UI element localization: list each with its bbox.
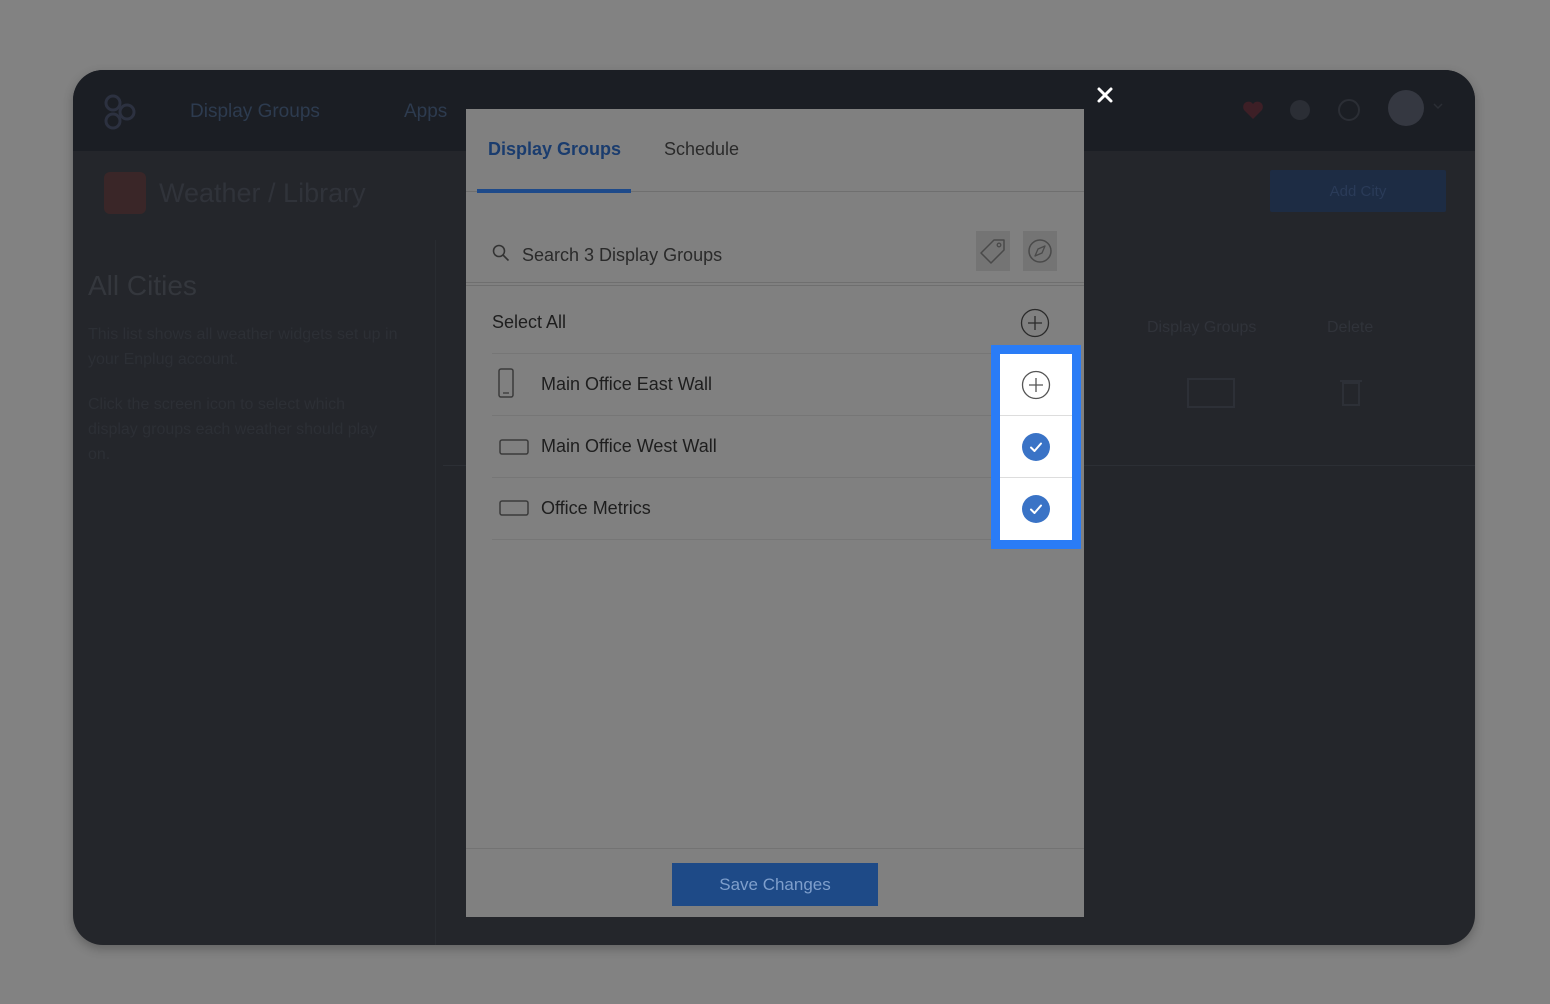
landscape-device-icon (499, 439, 529, 455)
select-all-label: Select All (492, 312, 567, 332)
weather-app-icon (104, 172, 146, 214)
select-all-row[interactable]: Select All (492, 291, 1056, 354)
selection-cell (1000, 478, 1072, 540)
select-all-add-icon[interactable] (1020, 308, 1050, 338)
trash-icon[interactable] (1340, 377, 1362, 407)
save-changes-button[interactable]: Save Changes (672, 863, 878, 906)
add-city-button[interactable]: Add City (1270, 170, 1446, 212)
nav-display-groups[interactable]: Display Groups (190, 101, 320, 123)
modal-tabs: Display Groups Schedule (466, 109, 1084, 193)
location-filter-button[interactable] (1023, 231, 1057, 271)
divider (466, 848, 1084, 849)
display-group-list: Select All Main Office East Wall Main Of… (492, 291, 1056, 540)
list-item[interactable]: Main Office East Wall (492, 354, 1056, 416)
screen-icon[interactable] (1187, 378, 1235, 412)
description-text: This list shows all weather widgets set … (88, 326, 398, 368)
close-icon[interactable] (1095, 85, 1115, 105)
tab-schedule[interactable]: Schedule (664, 139, 739, 160)
checkmark-icon[interactable] (1021, 432, 1051, 462)
selection-cell (1000, 354, 1072, 416)
active-tab-indicator (477, 189, 631, 193)
breadcrumb[interactable]: Weather / Library (159, 178, 366, 209)
column-header-delete: Delete (1327, 319, 1374, 336)
add-icon[interactable] (1021, 370, 1051, 400)
selection-cell (1000, 416, 1072, 478)
divider (466, 285, 1084, 286)
enplug-logo-icon (104, 94, 136, 130)
chevron-down-icon[interactable] (1433, 102, 1443, 110)
nav-apps[interactable]: Apps (404, 101, 447, 123)
list-item-label: Main Office West Wall (541, 436, 717, 456)
list-item-label: Office Metrics (541, 498, 651, 518)
avatar[interactable] (1388, 90, 1424, 126)
list-item[interactable]: Main Office West Wall (492, 416, 1056, 478)
list-item[interactable]: Office Metrics (492, 478, 1056, 540)
page-title: All Cities (88, 270, 197, 301)
checkmark-icon[interactable] (1021, 494, 1051, 524)
search-bar (466, 227, 1084, 283)
search-input[interactable] (522, 241, 952, 269)
tag-filter-button[interactable] (976, 231, 1010, 271)
help-icon[interactable] (1288, 98, 1312, 122)
compass-icon (1028, 239, 1052, 263)
tag-icon (980, 239, 1005, 264)
instruction-text: Click the screen icon to select which di… (88, 396, 378, 463)
portrait-device-icon (498, 368, 514, 398)
divider (435, 240, 436, 945)
list-item-label: Main Office East Wall (541, 374, 713, 394)
landscape-device-icon (499, 500, 529, 516)
heart-icon[interactable] (1241, 98, 1265, 122)
search-icon (492, 244, 510, 262)
selection-highlight (991, 345, 1081, 549)
tab-display-groups[interactable]: Display Groups (488, 139, 621, 160)
support-icon[interactable] (1337, 98, 1361, 122)
column-header-display-groups: Display Groups (1147, 319, 1257, 336)
